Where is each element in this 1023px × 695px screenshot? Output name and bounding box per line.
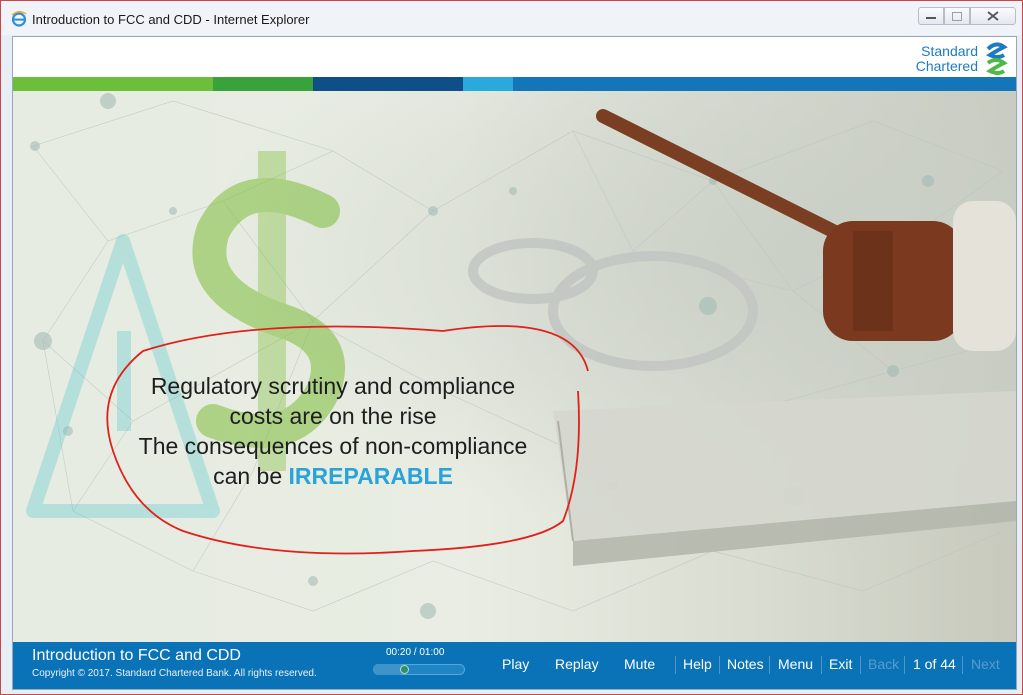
mute-button[interactable]: Mute (624, 656, 655, 672)
divider (962, 656, 963, 674)
minimize-icon (926, 17, 936, 19)
message-emphasis: IRREPARABLE (288, 463, 453, 489)
internet-explorer-icon (11, 11, 27, 27)
seek-knob[interactable] (399, 665, 409, 674)
seek-bar[interactable] (373, 664, 465, 675)
standard-chartered-logo: Standard Chartered (916, 41, 1008, 77)
slide-background (26, 93, 1016, 619)
stripe-navy (313, 77, 463, 91)
page-counter: 1 of 44 (913, 656, 956, 672)
message-line-3: The consequences of non-compliance (138, 433, 528, 459)
window-title: Introduction to FCC and CDD - Internet E… (32, 12, 310, 27)
player-header: Standard Chartered (13, 37, 1016, 77)
message-line-4-prefix: can be (213, 463, 289, 489)
gavel-image (596, 109, 1016, 351)
stripe-cyan (463, 77, 513, 91)
player-footer: Introduction to FCC and CDD Copyright © … (13, 642, 1016, 689)
logo-line2: Chartered (915, 58, 978, 74)
course-player: Standard Chartered Regulatory scrutiny a… (12, 36, 1017, 690)
message-line-2: costs are on the rise (229, 403, 437, 429)
divider (675, 656, 676, 674)
divider (904, 656, 905, 674)
course-title: Introduction to FCC and CDD (32, 647, 241, 664)
window-controls (918, 7, 1016, 26)
browser-window: Introduction to FCC and CDD - Internet E… (0, 0, 1023, 695)
back-button[interactable]: Back (868, 656, 899, 672)
maximize-icon (952, 11, 962, 21)
stripe-blue (513, 77, 1016, 91)
logo-line1: Standard (921, 43, 978, 59)
play-button[interactable]: Play (502, 656, 529, 672)
slide-stage: Regulatory scrutiny and compliance costs… (13, 91, 1016, 642)
maximize-button[interactable] (944, 7, 970, 25)
minimize-button[interactable] (918, 7, 944, 25)
copyright-text: Copyright © 2017. Standard Chartered Ban… (32, 668, 317, 679)
close-icon (987, 11, 999, 21)
notes-button[interactable]: Notes (727, 656, 764, 672)
close-button[interactable] (970, 7, 1016, 25)
message-line-1: Regulatory scrutiny and compliance (150, 373, 516, 399)
help-button[interactable]: Help (683, 656, 712, 672)
exit-button[interactable]: Exit (829, 656, 852, 672)
divider (769, 656, 770, 674)
logo-mark-icon (986, 42, 1008, 75)
time-readout: 00:20 / 01:00 (386, 647, 445, 658)
divider (860, 656, 861, 674)
stripe-green-dark (213, 77, 313, 91)
next-button[interactable]: Next (971, 656, 1000, 672)
message-line-4: can be IRREPARABLE (108, 461, 558, 491)
divider (821, 656, 822, 674)
divider (719, 656, 720, 674)
logo-text: Standard Chartered (916, 44, 978, 74)
stripe-green-light (13, 77, 213, 91)
law-book-image (553, 391, 1016, 566)
title-bar: Introduction to FCC and CDD - Internet E… (1, 1, 1022, 35)
replay-button[interactable]: Replay (555, 656, 599, 672)
menu-button[interactable]: Menu (778, 656, 813, 672)
slide-message: Regulatory scrutiny and compliance costs… (108, 371, 558, 491)
